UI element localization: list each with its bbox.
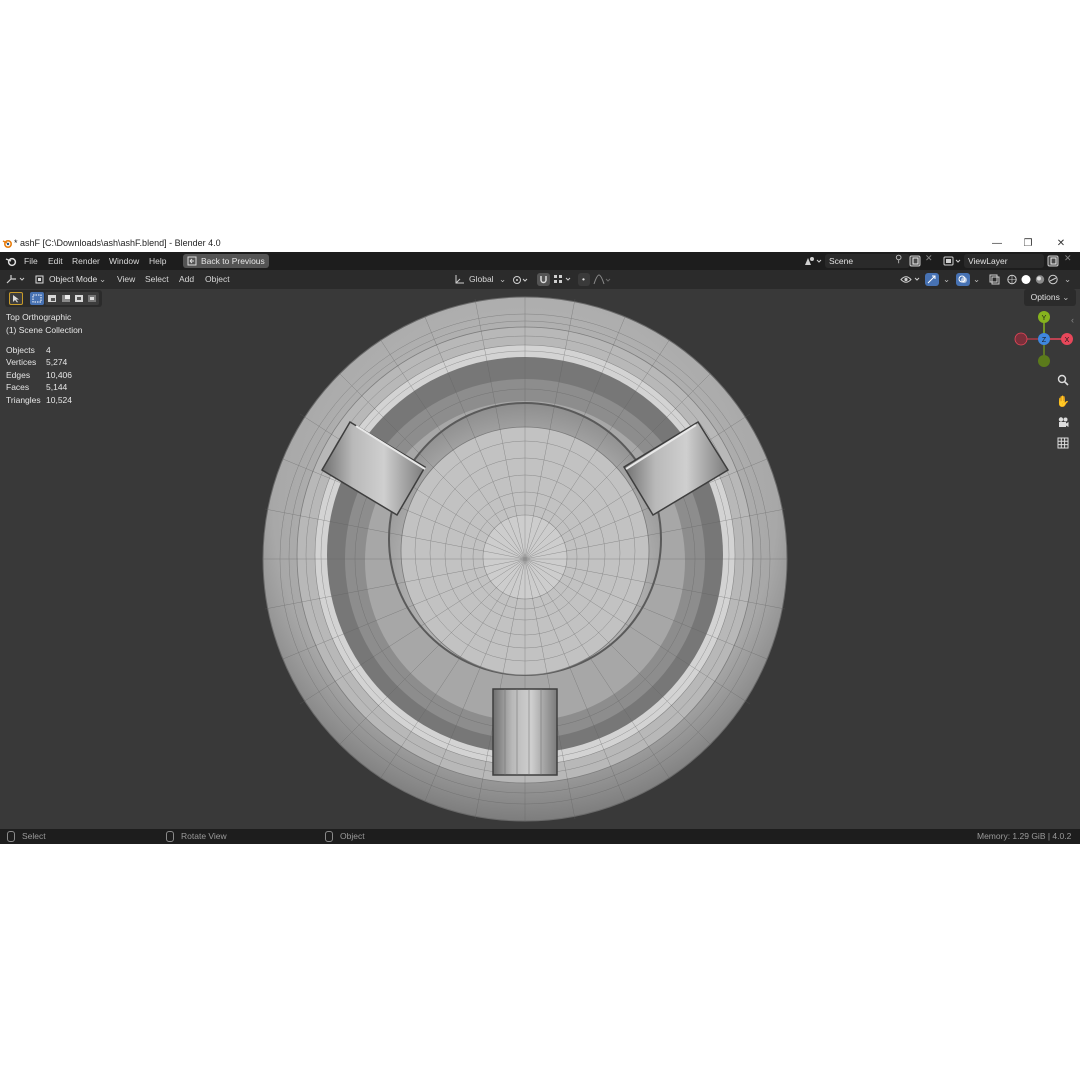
new-view-layer-icon[interactable] [1047,255,1059,267]
3d-viewport[interactable]: Options ⌄ Top Orthographic (1) Scene Col… [0,289,1080,829]
blender-logo-icon [2,240,12,248]
camera-view-icon[interactable] [1055,416,1071,432]
menu-edit[interactable]: Edit [48,252,63,270]
close-button[interactable]: ✕ [1046,235,1076,252]
menu-add[interactable]: Add [179,270,194,289]
view-layer-name: ViewLayer [968,256,1008,266]
status-bar: Select Rotate View Object Memory: 1.29 G… [0,829,1080,844]
zoom-icon[interactable] [1055,374,1071,390]
camera-icon [1058,417,1069,427]
back-to-previous-label: Back to Previous [201,256,265,266]
magnifier-icon [1057,374,1069,386]
menu-render[interactable]: Render [72,252,100,270]
scene-selector-icon[interactable] [803,255,823,267]
minimize-button[interactable]: — [982,235,1012,252]
mouse-right-icon [325,829,333,844]
menu-file[interactable]: File [24,252,38,270]
gizmo-z-label: Z [1042,337,1047,344]
restore-button[interactable]: ❐ [1013,235,1043,252]
delete-scene-icon[interactable]: ✕ [925,253,933,264]
menu-object[interactable]: Object [205,270,230,289]
view-layer-field[interactable]: ViewLayer [964,254,1044,268]
ortho-grid-icon[interactable] [1055,437,1071,453]
grid-icon [1057,437,1069,449]
navigation-gizmo[interactable]: Y X Z [1012,307,1076,371]
proportional-dot-icon: • [582,274,585,284]
back-to-previous-button[interactable]: Back to Previous [183,254,269,268]
magnet-icon [540,276,547,284]
window-title: * ashF [C:\Downloads\ash\ashF.blend] - B… [14,238,221,248]
view-layer-selector-icon[interactable] [943,255,963,267]
pivot-point-icon[interactable] [512,274,530,285]
status-select: Select [22,831,46,841]
proportional-editing-toggle[interactable]: • [578,273,590,286]
object-mode-dropdown[interactable]: Object Mode ⌄ [32,273,108,286]
xray-toggle-icon[interactable] [989,274,1000,285]
gizmo-arrow-icon [927,275,936,284]
mesh-render[interactable] [0,289,1080,829]
blender-menu-icon[interactable] [5,255,17,267]
viewport-header: Object Mode ⌄ View Select Add Object Glo… [0,270,1080,289]
object-mode-icon [35,275,44,284]
status-memory: Memory: 1.29 GiB | 4.0.2 [977,831,1072,841]
menu-help[interactable]: Help [149,252,166,270]
gizmo-y-label: Y [1042,315,1047,322]
shading-options-chevron-icon[interactable]: ⌄ [1064,270,1071,289]
chevron-down-icon[interactable]: ⌄ [499,270,506,289]
chevron-down-icon: ⌄ [99,274,107,284]
transform-orientation-icon [455,275,464,284]
shading-mode-group [1004,273,1060,286]
scene-name: Scene [829,256,854,266]
transform-orientation-value[interactable]: Global [469,270,494,289]
pan-hand-icon[interactable]: ✋ [1055,394,1071,410]
blender-window: * ashF [C:\Downloads\ash\ashF.blend] - B… [0,235,1080,844]
mouse-left-icon [7,829,15,844]
delete-view-layer-icon[interactable]: ✕ [1064,253,1072,264]
snap-toggle[interactable] [537,273,550,286]
new-scene-icon[interactable] [909,255,921,267]
show-gizmo-toggle[interactable] [925,273,939,286]
gizmo-x-label: X [1065,337,1070,344]
object-mode-label: Object Mode [49,274,98,284]
menu-select[interactable]: Select [145,270,169,289]
fullscreen-back-icon [187,256,197,266]
visibility-icon[interactable] [900,274,922,285]
status-object: Object [340,831,365,841]
chevron-down-icon[interactable]: ⌄ [943,270,950,289]
top-menubar: File Edit Render Window Help Back to Pre… [0,252,1080,270]
status-rotate-view: Rotate View [181,831,227,841]
overlays-icon [958,275,967,283]
cigarette-rest-bottom [492,688,558,776]
snap-target-icon[interactable] [553,274,573,285]
sidebar-toggle-icon[interactable]: ‹ [1071,315,1074,325]
editor-type-icon[interactable] [6,274,28,285]
mouse-middle-icon [166,829,174,844]
show-overlays-toggle[interactable] [956,273,970,286]
falloff-curve-icon[interactable] [593,274,611,285]
window-titlebar: * ashF [C:\Downloads\ash\ashF.blend] - B… [0,235,1080,252]
menu-view[interactable]: View [117,270,135,289]
menu-window[interactable]: Window [109,252,139,270]
chevron-down-icon[interactable]: ⌄ [973,270,980,289]
shading-icons [1007,274,1058,285]
pin-scene-icon[interactable]: ⚲ [895,254,902,265]
